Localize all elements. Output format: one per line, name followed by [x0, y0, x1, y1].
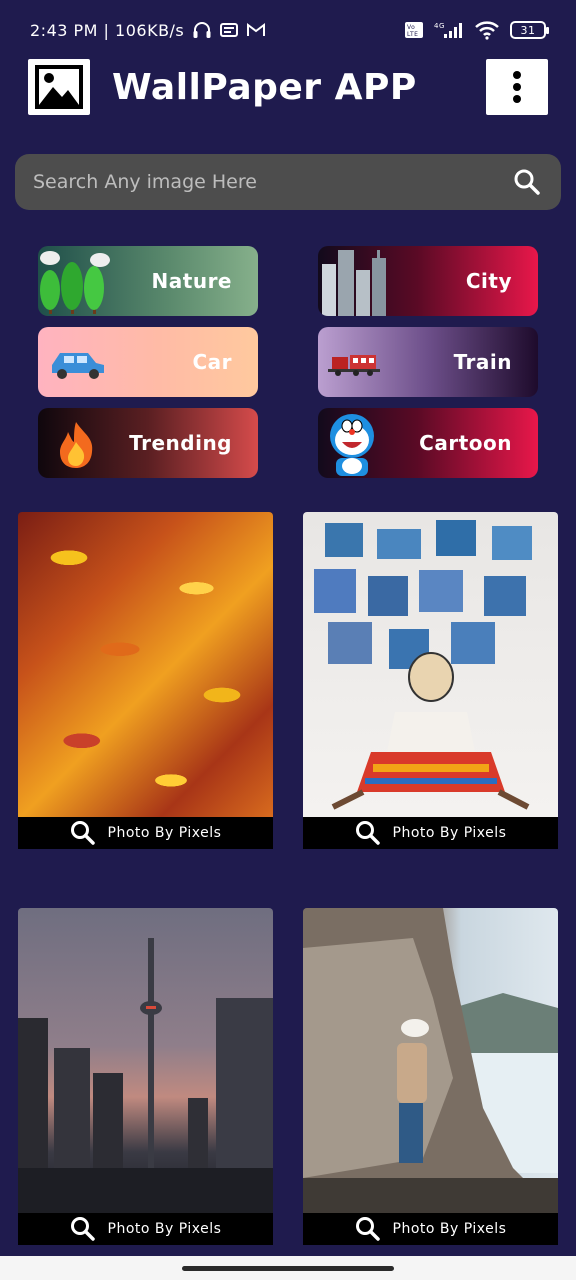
coast-scene	[303, 908, 558, 1213]
category-nature[interactable]: Nature	[38, 246, 258, 316]
svg-text:LTE: LTE	[407, 31, 418, 38]
status-bar: 2:43 PM | 106KB/s Vo LTE 4G 31	[0, 0, 576, 60]
category-label: Car	[192, 350, 232, 374]
photo-credit-label: Photo By Pixels	[392, 825, 507, 841]
category-grid: Nature City Car Train Trending Cartoon	[38, 246, 538, 478]
photo-credit[interactable]: Photo By Pixels	[18, 817, 273, 849]
person-figure	[331, 652, 530, 810]
app-logo	[28, 59, 90, 115]
image-icon	[35, 65, 83, 109]
category-trending[interactable]: Trending	[38, 408, 258, 478]
search-icon	[355, 821, 380, 845]
photo-card[interactable]: Photo By Pixels	[303, 908, 558, 1245]
status-left: 2:43 PM | 106KB/s	[30, 21, 266, 40]
category-city[interactable]: City	[318, 246, 538, 316]
category-label: Train	[453, 350, 512, 374]
search-button[interactable]	[513, 168, 541, 196]
search-icon	[514, 169, 540, 195]
category-cartoon[interactable]: Cartoon	[318, 408, 538, 478]
signal-icon: 4G	[434, 21, 464, 39]
fire-icon	[60, 422, 93, 468]
train-icon	[328, 355, 380, 376]
search-icon	[70, 1217, 95, 1241]
message-icon	[220, 22, 239, 38]
headphones-icon	[192, 21, 212, 39]
photo-card[interactable]: Photo By Pixels	[18, 512, 273, 849]
svg-text:Vo: Vo	[407, 24, 415, 31]
home-indicator[interactable]	[182, 1266, 394, 1271]
city-skyline	[18, 938, 273, 1213]
wifi-icon	[474, 20, 500, 40]
photo-image[interactable]	[303, 512, 558, 817]
photo-credit[interactable]: Photo By Pixels	[303, 1213, 558, 1245]
search-input[interactable]	[31, 170, 513, 194]
category-label: Trending	[129, 431, 232, 455]
buildings-icon	[322, 250, 386, 316]
gmail-icon	[246, 22, 266, 38]
category-label: Nature	[151, 269, 232, 293]
status-time-speed: 2:43 PM | 106KB/s	[30, 20, 185, 40]
doraemon-icon	[330, 414, 374, 476]
photo-card[interactable]: Photo By Pixels	[303, 512, 558, 849]
search-icon	[70, 821, 95, 845]
photo-credit[interactable]: Photo By Pixels	[18, 1213, 273, 1245]
trees-icon	[40, 251, 110, 314]
category-train[interactable]: Train	[318, 327, 538, 397]
volte-icon: Vo LTE	[404, 21, 424, 39]
photo-image[interactable]	[303, 908, 558, 1213]
category-label: Cartoon	[419, 431, 512, 455]
category-car[interactable]: Car	[38, 327, 258, 397]
photo-credit-label: Photo By Pixels	[107, 1221, 222, 1237]
app-title: WallPaper APP	[112, 66, 417, 108]
svg-text:4G: 4G	[434, 22, 445, 30]
photo-card[interactable]: Photo By Pixels	[18, 908, 273, 1245]
photo-credit-label: Photo By Pixels	[392, 1221, 507, 1237]
photo-credit-label: Photo By Pixels	[107, 825, 222, 841]
photo-credit[interactable]: Photo By Pixels	[303, 817, 558, 849]
battery-icon: 31	[510, 21, 549, 39]
status-right: Vo LTE 4G 31	[404, 20, 549, 40]
car-icon	[52, 353, 104, 379]
photo-image[interactable]	[18, 908, 273, 1213]
category-label: City	[465, 269, 512, 293]
photo-image[interactable]	[18, 512, 273, 817]
overflow-menu-button[interactable]	[486, 59, 548, 115]
app-bar: WallPaper APP	[28, 58, 548, 116]
search-bar	[15, 154, 561, 210]
search-icon	[355, 1217, 380, 1241]
more-vert-icon	[513, 71, 521, 103]
